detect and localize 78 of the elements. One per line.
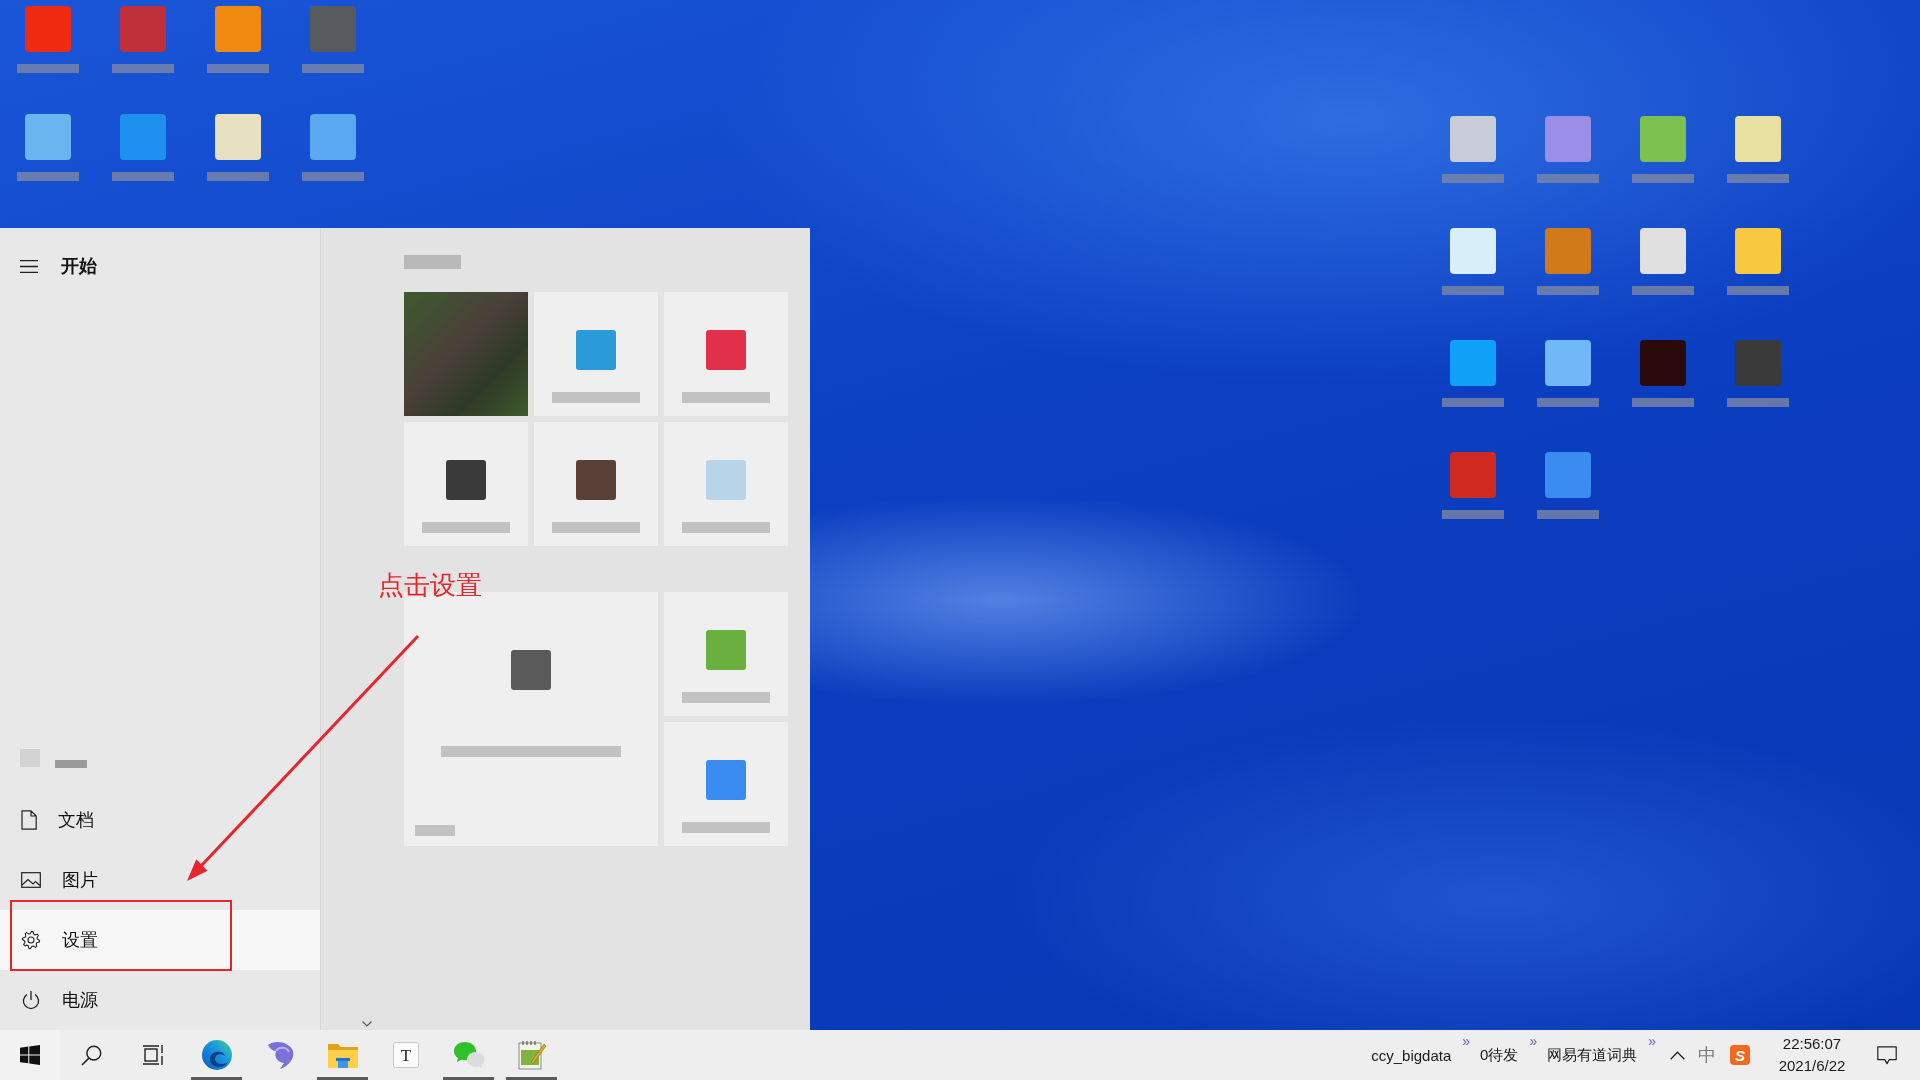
redacted-label	[111, 172, 174, 181]
redacted-label	[16, 64, 79, 73]
swirl-icon	[200, 1039, 233, 1071]
square-app-icon[interactable]	[1734, 228, 1781, 274]
start-menu-item[interactable]: 电源	[0, 970, 320, 1030]
redacted-label	[1536, 398, 1599, 407]
redacted-label	[1441, 510, 1504, 519]
menu-icon[interactable]	[20, 259, 38, 273]
redacted-label	[301, 64, 364, 73]
redacted-label	[1631, 286, 1694, 295]
app-tile[interactable]	[534, 422, 658, 546]
start-menu-item[interactable]: 图片	[0, 850, 320, 910]
redacted-label	[1536, 510, 1599, 519]
square-app-icon[interactable]	[1449, 228, 1496, 274]
windows-logo-icon	[20, 1045, 40, 1065]
redacted-label	[1441, 174, 1504, 183]
clock-time[interactable]: 22:56:07	[1782, 1033, 1842, 1055]
redacted-label	[1441, 398, 1504, 407]
redacted-label	[1536, 286, 1599, 295]
app-tile[interactable]	[534, 292, 658, 416]
redacted-label	[415, 825, 455, 836]
picture-icon	[21, 872, 41, 888]
app-tile[interactable]	[664, 292, 788, 416]
redacted-label	[1726, 174, 1789, 183]
square-app-icon[interactable]	[214, 114, 261, 160]
toolbar-label[interactable]: 0待发	[1480, 1045, 1519, 1065]
taskbar-app-button[interactable]: T	[374, 1030, 437, 1080]
letter-tile-icon: T	[392, 1042, 419, 1068]
search-icon	[80, 1044, 102, 1066]
square-app-icon[interactable]	[214, 6, 261, 52]
redacted-label	[16, 172, 79, 181]
square-app-icon[interactable]	[1734, 116, 1781, 162]
redacted-label	[55, 760, 87, 768]
chevron-down-icon[interactable]	[362, 1021, 372, 1027]
chevron-up-icon	[1669, 1050, 1685, 1060]
square-app-icon[interactable]	[1639, 340, 1686, 386]
chat-bubbles-icon	[452, 1041, 485, 1069]
toolbar-label[interactable]: 网易有道词典	[1547, 1045, 1638, 1065]
speech-bubble-icon	[1877, 1045, 1897, 1065]
settings-icon	[21, 930, 41, 950]
redacted-label	[206, 172, 269, 181]
redacted-label	[1536, 174, 1599, 183]
square-app-icon[interactable]	[1639, 116, 1686, 162]
redacted-label	[301, 172, 364, 181]
square-app-icon[interactable]	[24, 114, 71, 160]
redacted-label	[1631, 398, 1694, 407]
redacted-label	[1631, 174, 1694, 183]
app-tile[interactable]	[404, 422, 528, 546]
square-app-icon[interactable]	[1544, 452, 1591, 498]
folder-icon	[327, 1042, 358, 1068]
redacted-label	[206, 64, 269, 73]
square-app-icon[interactable]	[1544, 340, 1591, 386]
redacted-label	[1726, 398, 1789, 407]
app-tile[interactable]	[664, 592, 788, 716]
notepad-pen-icon	[516, 1040, 547, 1070]
start-button[interactable]	[0, 1030, 60, 1080]
clock-date[interactable]: 2021/6/22	[1778, 1055, 1846, 1077]
input-mode-indicator[interactable]: 中	[1698, 1043, 1716, 1067]
toolbar-chevron[interactable]: »	[1648, 1033, 1656, 1049]
square-app-icon[interactable]	[309, 114, 356, 160]
power-icon	[21, 990, 41, 1010]
start-title: 开始	[61, 255, 97, 278]
toolbar-label[interactable]: ccy_bigdata	[1371, 1046, 1452, 1064]
app-tile[interactable]	[664, 722, 788, 846]
start-menu-item[interactable]: 文档	[0, 790, 320, 850]
redacted-label	[111, 64, 174, 73]
redacted-label	[1441, 286, 1504, 295]
document-icon	[21, 810, 37, 830]
square-app-icon[interactable]	[1639, 228, 1686, 274]
square-app-icon[interactable]	[1449, 340, 1496, 386]
square-app-icon[interactable]	[1449, 116, 1496, 162]
task-view-icon	[142, 1045, 165, 1065]
start-menu-item[interactable]: 设置	[0, 910, 320, 970]
redacted-label	[1726, 286, 1789, 295]
toolbar-chevron[interactable]: »	[1529, 1033, 1538, 1049]
annotation-text: 点击设置	[378, 570, 482, 600]
app-tile[interactable]	[664, 422, 788, 546]
toolbar-chevron[interactable]: »	[1462, 1033, 1471, 1049]
